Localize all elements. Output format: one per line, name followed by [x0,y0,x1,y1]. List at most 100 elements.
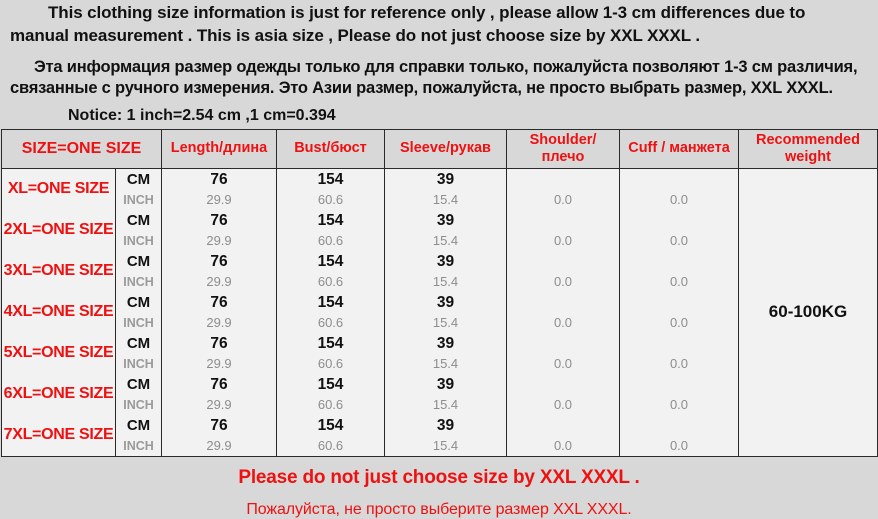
cell-length-inch: 29.9 [161,435,277,457]
cell-bust-inch: 60.6 [276,353,385,374]
cell-length-cm: 76 [161,209,277,231]
cell-shoulder-cm [506,291,620,313]
intro-russian-text: Эта информация размер одежды только для … [10,57,858,98]
cell-sleeve-cm: 39 [384,209,507,231]
footer-warning-russian: Пожалуйста, не просто выберите размер XX… [246,500,632,518]
unit-label-inch: INCH [115,189,162,210]
header-length: Length/длина [161,129,277,169]
cell-bust-cm: 154 [276,373,385,395]
cell-sleeve-inch: 15.4 [384,353,507,374]
cell-length-inch: 29.9 [161,312,277,333]
header-shoulder: Shoulder/плечо [506,129,620,169]
cell-shoulder-cm [506,250,620,272]
cell-bust-inch: 60.6 [276,230,385,251]
cell-shoulder-inch: 0.0 [506,230,620,251]
unit-label-cm: CM [115,291,162,313]
cell-sleeve-cm: 39 [384,291,507,313]
cell-bust-inch: 60.6 [276,435,385,457]
cell-shoulder-inch: 0.0 [506,189,620,210]
header-sleeve: Sleeve/рукав [384,129,507,169]
cell-length-cm: 76 [161,332,277,354]
cell-shoulder-inch: 0.0 [506,353,620,374]
size-label: 7XL=ONE SIZE [1,414,116,457]
cell-sleeve-inch: 15.4 [384,271,507,292]
cell-length-inch: 29.9 [161,394,277,415]
cell-bust-inch: 60.6 [276,312,385,333]
header-recommended-weight: Recommended weight [738,129,878,169]
cell-shoulder-cm [506,168,620,190]
cell-length-cm: 76 [161,373,277,395]
cell-cuff-cm [619,250,739,272]
size-chart-page: This clothing size information is just f… [0,0,878,518]
cell-bust-inch: 60.6 [276,271,385,292]
cell-sleeve-cm: 39 [384,373,507,395]
cell-sleeve-inch: 15.4 [384,435,507,457]
unit-conversion-notice: Notice: 1 inch=2.54 cm ,1 cm=0.394 [68,106,336,124]
cell-cuff-cm [619,291,739,313]
cell-length-cm: 76 [161,414,277,436]
cell-length-inch: 29.9 [161,189,277,210]
cell-sleeve-cm: 39 [384,168,507,190]
unit-label-inch: INCH [115,312,162,333]
cell-shoulder-cm [506,209,620,231]
cell-sleeve-cm: 39 [384,332,507,354]
unit-label-cm: CM [115,332,162,354]
cell-shoulder-cm [506,332,620,354]
cell-cuff-inch: 0.0 [619,435,739,457]
intro-english-text: This clothing size information is just f… [10,3,806,45]
cell-bust-inch: 60.6 [276,189,385,210]
size-label: XL=ONE SIZE [1,168,116,210]
unit-label-cm: CM [115,414,162,436]
cell-bust-cm: 154 [276,291,385,313]
cell-cuff-inch: 0.0 [619,189,739,210]
cell-length-cm: 76 [161,291,277,313]
cell-cuff-inch: 0.0 [619,271,739,292]
cell-cuff-cm [619,332,739,354]
unit-label-inch: INCH [115,394,162,415]
cell-cuff-cm [619,168,739,190]
cell-shoulder-inch: 0.0 [506,435,620,457]
intro-section: This clothing size information is just f… [0,0,878,125]
cell-length-cm: 76 [161,168,277,190]
cell-cuff-cm [619,414,739,436]
cell-length-inch: 29.9 [161,353,277,374]
cell-shoulder-cm [506,373,620,395]
cell-cuff-inch: 0.0 [619,394,739,415]
size-label: 5XL=ONE SIZE [1,332,116,374]
cell-sleeve-cm: 39 [384,414,507,436]
unit-label-cm: CM [115,373,162,395]
cell-bust-cm: 154 [276,250,385,272]
table-row: XL=ONE SIZE CM 76 154 39 60-100KG [1,168,878,457]
unit-label-inch: INCH [115,353,162,374]
footer-section: Please do not just choose size by XXL XX… [0,457,878,519]
cell-recommended-weight: 60-100KG [738,168,878,457]
cell-sleeve-inch: 15.4 [384,230,507,251]
unit-label-cm: CM [115,209,162,231]
header-cuff: Cuff / манжета [619,129,739,169]
size-chart-table: SIZE=ONE SIZE Length/длина Bust/бюст Sle… [1,128,878,457]
cell-sleeve-inch: 15.4 [384,189,507,210]
size-label: 3XL=ONE SIZE [1,250,116,292]
size-label: 6XL=ONE SIZE [1,373,116,415]
footer-warning-english: Please do not just choose size by XXL XX… [238,466,640,488]
cell-bust-cm: 154 [276,414,385,436]
cell-bust-cm: 154 [276,332,385,354]
cell-cuff-inch: 0.0 [619,312,739,333]
cell-length-cm: 76 [161,250,277,272]
cell-sleeve-inch: 15.4 [384,394,507,415]
header-row: SIZE=ONE SIZE Length/длина Bust/бюст Sle… [1,129,878,169]
cell-cuff-cm [619,209,739,231]
unit-label-inch: INCH [115,271,162,292]
cell-sleeve-cm: 39 [384,250,507,272]
cell-bust-cm: 154 [276,168,385,190]
cell-cuff-inch: 0.0 [619,230,739,251]
cell-shoulder-inch: 0.0 [506,394,620,415]
unit-label-cm: CM [115,250,162,272]
unit-label-inch: INCH [115,230,162,251]
cell-bust-inch: 60.6 [276,394,385,415]
header-bust: Bust/бюст [276,129,385,169]
cell-shoulder-inch: 0.0 [506,312,620,333]
cell-shoulder-inch: 0.0 [506,271,620,292]
cell-sleeve-inch: 15.4 [384,312,507,333]
cell-cuff-inch: 0.0 [619,353,739,374]
